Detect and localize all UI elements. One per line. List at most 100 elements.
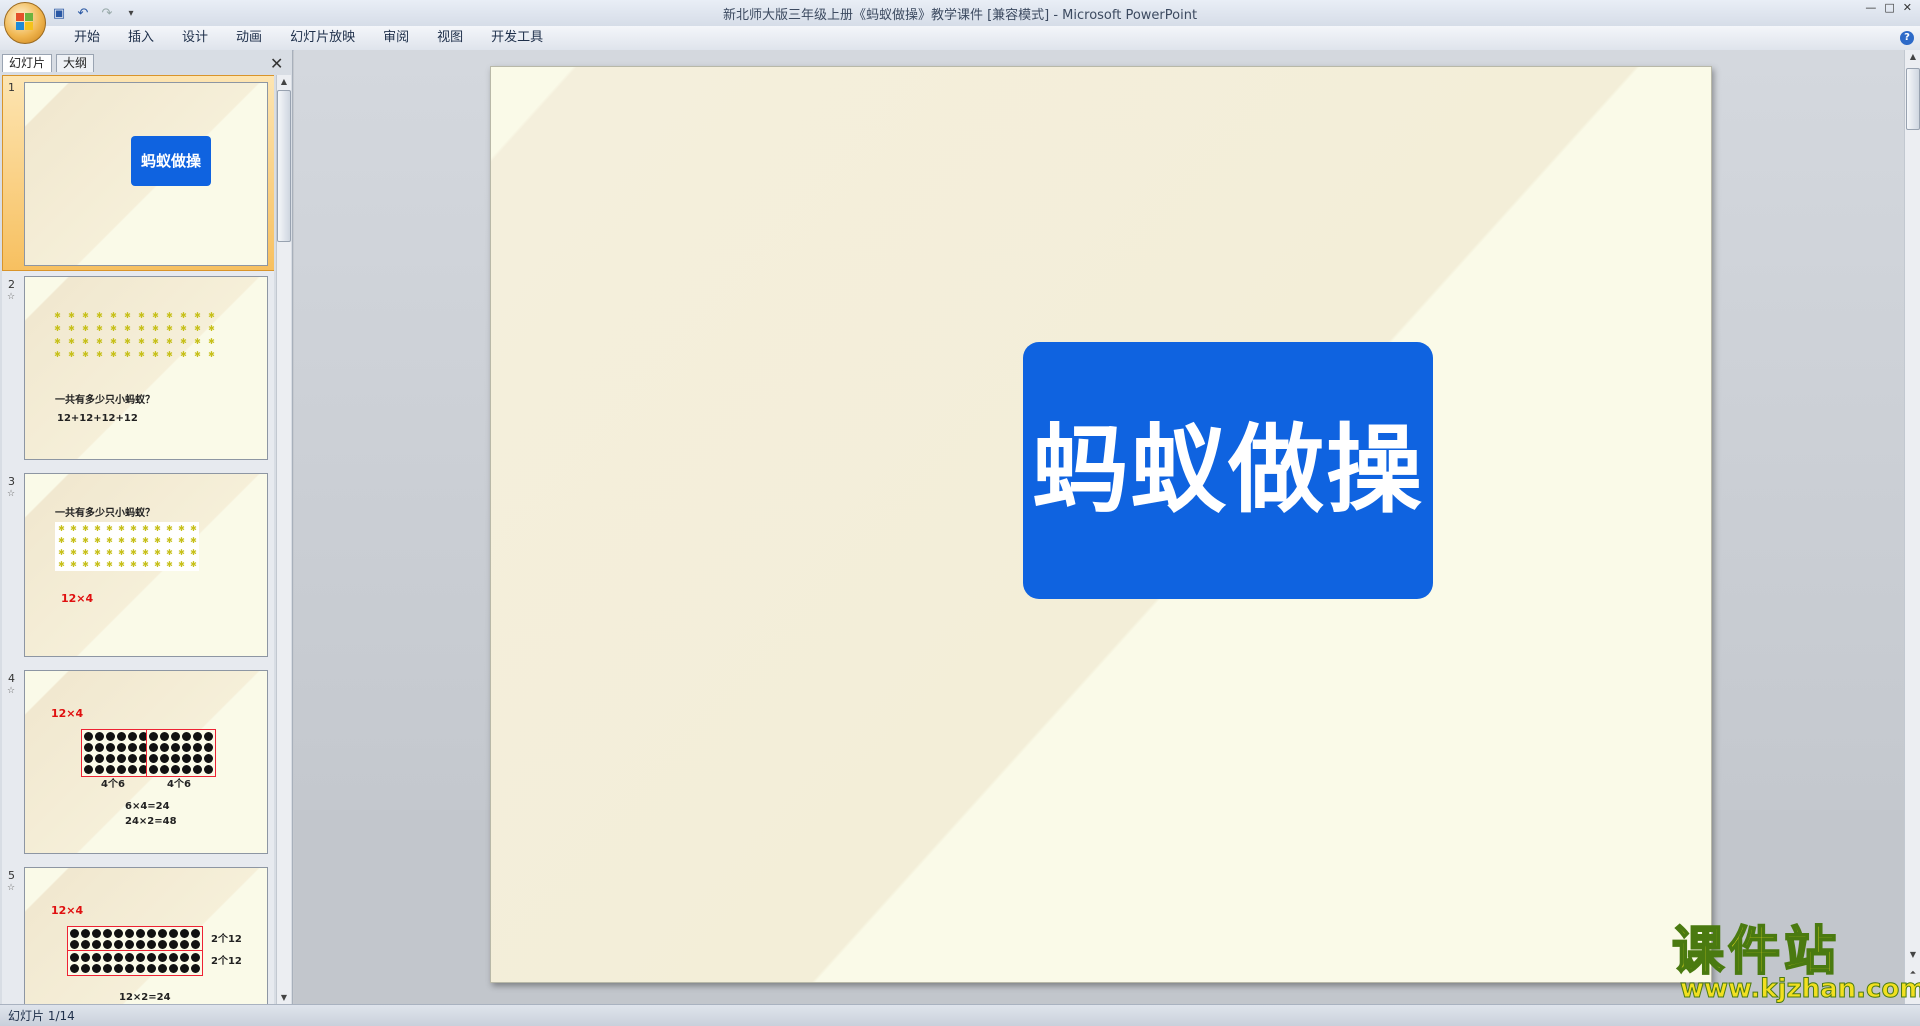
tab-view[interactable]: 视图 xyxy=(423,30,477,46)
ant-icon: ✱ xyxy=(110,311,117,320)
tab-home[interactable]: 开始 xyxy=(60,30,114,46)
thumb-title-box: 蚂蚁做操 xyxy=(131,136,211,186)
dot xyxy=(169,929,178,938)
thumbnail-image: 一共有多少只小蚂蚁？ ✱ ✱ ✱ ✱ ✱ ✱ ✱ ✱ ✱ ✱ ✱ ✱ ✱ ✱ ✱ ✱ ✱ ✱ ✱ ✱ ✱ ✱ ✱ ✱ ✱ ✱ ✱ ✱ ✱… xyxy=(24,473,268,657)
tab-outline[interactable]: 大纲 xyxy=(56,54,95,72)
tab-animations[interactable]: 动画 xyxy=(222,30,276,46)
tab-developer[interactable]: 开发工具 xyxy=(477,30,557,46)
current-slide[interactable]: 蚂蚁做操 xyxy=(490,66,1712,983)
dot xyxy=(180,940,189,949)
ant-icon: ✱ xyxy=(94,536,101,545)
watermark-cn: 课件站 xyxy=(1671,922,1841,982)
ant-icon: ✱ xyxy=(178,536,185,545)
pane-close-icon[interactable]: ✕ xyxy=(270,54,283,73)
slide-number: 3 xyxy=(8,475,15,488)
dot xyxy=(158,964,167,973)
dot xyxy=(114,964,123,973)
close-icon[interactable]: ✕ xyxy=(1903,1,1912,14)
dot xyxy=(169,940,178,949)
dot xyxy=(106,754,115,763)
dot xyxy=(125,953,134,962)
animation-star-icon: ☆ xyxy=(7,489,16,499)
tab-review[interactable]: 审阅 xyxy=(369,30,423,46)
dot xyxy=(81,940,90,949)
tab-slideshow[interactable]: 幻灯片放映 xyxy=(276,30,369,46)
slide-thumbnail-4[interactable]: 4 ☆ 12×4 4个6 4个6 6×4=24 24×2=48 xyxy=(2,666,274,856)
dot xyxy=(204,743,213,752)
tab-slides[interactable]: 幻灯片 xyxy=(2,54,53,72)
ant-icon: ✱ xyxy=(82,350,89,359)
ant-icon: ✱ xyxy=(54,311,61,320)
slide-thumbnail-1[interactable]: 1 蚂蚁做操 xyxy=(2,75,274,271)
dot xyxy=(117,743,126,752)
ant-icon: ✱ xyxy=(96,350,103,359)
slide-thumbnail-5[interactable]: 5 ☆ 12×4 2个12 2个12 12×2=24 xyxy=(2,863,274,1004)
ant-icon: ✱ xyxy=(70,536,77,545)
scroll-up-icon[interactable]: ▲ xyxy=(1906,52,1920,61)
dot xyxy=(136,929,145,938)
slide-thumbnail-2[interactable]: 2 ☆ ✱ ✱ ✱ ✱ ✱ ✱ ✱ ✱ ✱ ✱ ✱ ✱ ✱ ✱ ✱ ✱ ✱ ✱ ✱ ✱ ✱ ✱ ✱ ✱ ✱ ✱ ✱ ✱ ✱ ✱ ✱ ✱ ✱ ✱ ✱ ✱… xyxy=(2,272,274,462)
dot xyxy=(125,929,134,938)
office-button[interactable] xyxy=(4,2,46,44)
dot xyxy=(193,765,202,774)
ant-icon: ✱ xyxy=(208,311,215,320)
ant-icon: ✱ xyxy=(194,311,201,320)
ant-icon: ✱ xyxy=(70,548,77,557)
ant-icon: ✱ xyxy=(94,524,101,533)
dot xyxy=(160,765,169,774)
dot xyxy=(125,940,134,949)
thumb-expression: 12+12+12+12 xyxy=(57,413,138,424)
dot xyxy=(92,953,101,962)
scroll-down-icon[interactable]: ▼ xyxy=(1906,950,1920,959)
dot xyxy=(160,754,169,763)
ant-icon: ✱ xyxy=(154,560,161,569)
scrollbar-thumb[interactable] xyxy=(277,90,291,242)
dot xyxy=(84,754,93,763)
thumb-question: 一共有多少只小蚂蚁？ xyxy=(55,508,155,519)
ant-icon: ✱ xyxy=(154,524,161,533)
ant-icon: ✱ xyxy=(118,560,125,569)
scroll-up-icon[interactable]: ▲ xyxy=(277,77,291,86)
ant-icon: ✱ xyxy=(142,548,149,557)
dot xyxy=(70,964,79,973)
slide-thumbnail-3[interactable]: 3 ☆ 一共有多少只小蚂蚁？ ✱ ✱ ✱ ✱ ✱ ✱ ✱ ✱ ✱ ✱ ✱ ✱ ✱ ✱ ✱ ✱ ✱ ✱ ✱ ✱ ✱ ✱ ✱ ✱ ✱… xyxy=(2,469,274,659)
tab-insert[interactable]: 插入 xyxy=(114,30,168,46)
dot xyxy=(117,732,126,741)
slide-title-box[interactable]: 蚂蚁做操 xyxy=(1023,342,1433,599)
dot xyxy=(95,765,104,774)
ant-icon: ✱ xyxy=(54,350,61,359)
dot xyxy=(103,953,112,962)
slide-scrollbar[interactable]: ▲ ▼ ⏶ ⏷ xyxy=(1904,50,1920,1004)
scrollbar-thumb[interactable] xyxy=(1906,68,1920,130)
minimize-icon[interactable]: — xyxy=(1865,1,1876,14)
dot xyxy=(70,953,79,962)
dot xyxy=(106,765,115,774)
dot xyxy=(92,964,101,973)
dot xyxy=(95,732,104,741)
restore-icon[interactable]: □ xyxy=(1884,1,1894,14)
scroll-down-icon[interactable]: ▼ xyxy=(277,993,291,1002)
ant-icon: ✱ xyxy=(82,324,89,333)
dot xyxy=(128,754,137,763)
equation-line: 24×2=48 xyxy=(125,816,177,827)
dot xyxy=(114,929,123,938)
ant-icon: ✱ xyxy=(70,524,77,533)
tab-design[interactable]: 设计 xyxy=(168,30,222,46)
ant-icon: ✱ xyxy=(166,350,173,359)
ant-icon: ✱ xyxy=(194,324,201,333)
equation-line: 12×2=24 xyxy=(119,992,171,1003)
ant-icon: ✱ xyxy=(152,337,159,346)
ant-icon: ✱ xyxy=(178,524,185,533)
ant-icon: ✱ xyxy=(124,324,131,333)
ant-icon: ✱ xyxy=(82,560,89,569)
help-icon[interactable]: ? xyxy=(1900,31,1914,45)
thumb-expression: 12×4 xyxy=(51,904,84,917)
ant-icon: ✱ xyxy=(154,536,161,545)
ant-icon: ✱ xyxy=(178,548,185,557)
ant-icon: ✱ xyxy=(110,324,117,333)
dot xyxy=(169,964,178,973)
ant-icon: ✱ xyxy=(130,536,137,545)
ant-icon: ✱ xyxy=(208,324,215,333)
status-bar xyxy=(0,1004,1920,1026)
dot xyxy=(193,754,202,763)
